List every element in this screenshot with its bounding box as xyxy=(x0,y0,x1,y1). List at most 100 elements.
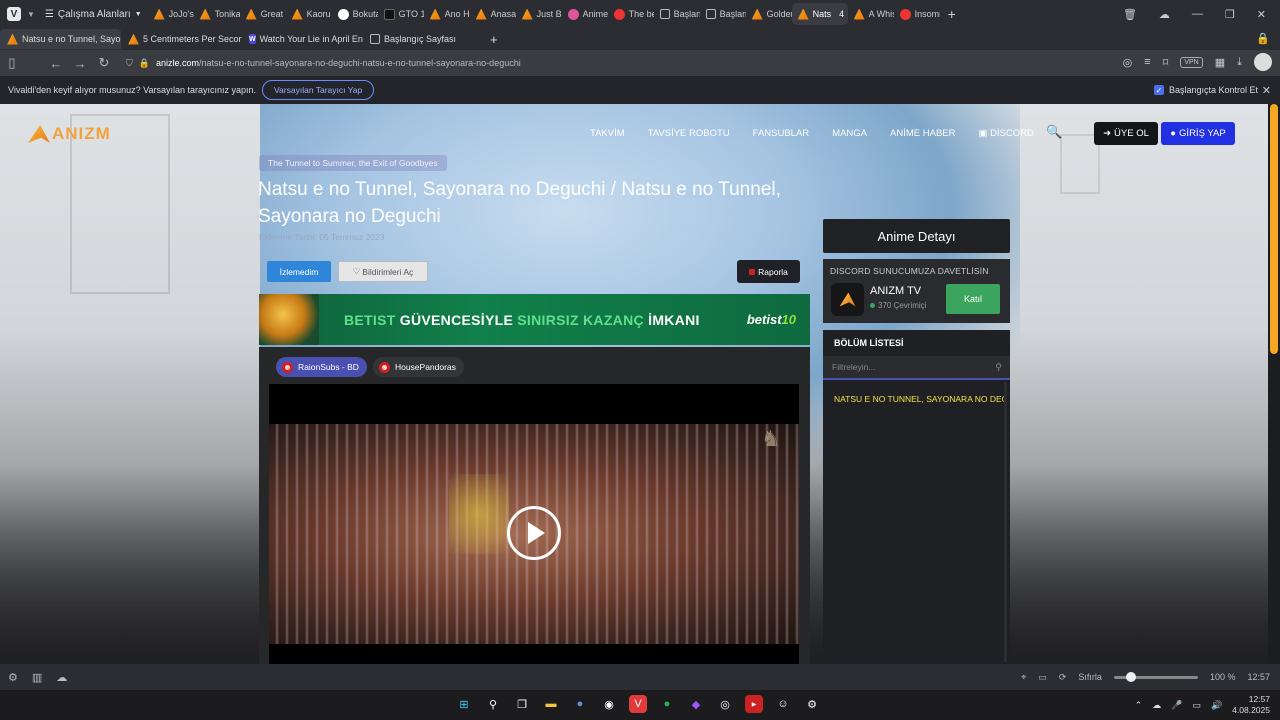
trash-icon[interactable]: 🗑 xyxy=(1123,8,1137,21)
new-tab-button[interactable]: + xyxy=(948,6,956,22)
report-button[interactable]: Raporla xyxy=(737,260,800,283)
reload-button[interactable]: ↻ xyxy=(92,55,116,71)
set-default-browser-button[interactable]: Varsayılan Tarayıcı Yap xyxy=(262,80,375,100)
browser-tab[interactable]: Bokutac xyxy=(332,3,378,25)
browser-tab[interactable]: Insomni xyxy=(894,3,940,25)
search-icon[interactable]: 🔍 xyxy=(1046,124,1062,140)
discord-join-button[interactable]: Katıl xyxy=(946,284,1000,314)
browser-tab[interactable]: Just Bec xyxy=(516,3,562,25)
close-notification-button[interactable]: ✕ xyxy=(1262,84,1271,97)
stacked-tab[interactable]: 5 Centimeters Per Second xyxy=(121,29,242,49)
browser-tab[interactable]: Nats 4 xyxy=(791,3,848,25)
steam-icon[interactable]: ◎ xyxy=(716,695,734,713)
zoom-slider-knob[interactable] xyxy=(1125,671,1136,682)
chevron-up-icon[interactable]: ⌃ xyxy=(1135,700,1143,711)
download-icon[interactable]: ⤓ xyxy=(1237,56,1242,69)
vivaldi-icon[interactable]: V xyxy=(629,695,647,713)
episode-item[interactable]: NATSU E NO TUNNEL, SAYONARA NO DEGUCHI xyxy=(823,384,1005,414)
browser-tab[interactable]: JoJo's Bi xyxy=(148,3,194,25)
volume-icon[interactable]: 🔊 xyxy=(1211,700,1222,711)
cloud-icon[interactable]: ☁ xyxy=(1152,700,1161,711)
file-explorer-icon[interactable]: ▬ xyxy=(542,695,560,713)
browser-tab[interactable]: Başlangı xyxy=(700,3,746,25)
browser-tab[interactable]: Anasayfa xyxy=(470,3,516,25)
nav-link[interactable]: TAVSİYE ROBOTU xyxy=(648,128,730,139)
fansub-option[interactable]: HousePandoras xyxy=(372,357,464,377)
zoom-slider[interactable] xyxy=(1113,671,1198,682)
stacked-tab[interactable]: Başlangıç Sayfası xyxy=(363,29,484,49)
browser-tab[interactable]: Ano Han xyxy=(424,3,470,25)
browser-tab[interactable]: AnimeW xyxy=(562,3,608,25)
app-icon[interactable]: ◆ xyxy=(687,695,705,713)
extensions-icon[interactable]: ▦ xyxy=(1215,56,1225,69)
display-icon[interactable]: ▭ xyxy=(1192,700,1201,711)
nav-link[interactable]: TAKVİM xyxy=(590,128,625,139)
video-player[interactable]: ♞ xyxy=(269,384,799,664)
play-button[interactable] xyxy=(507,506,561,560)
media-app-icon[interactable]: ▶ xyxy=(745,695,763,713)
vivaldi-menu-icon[interactable]: V xyxy=(7,7,21,21)
chrome-icon[interactable]: ◉ xyxy=(600,695,618,713)
discord-icon[interactable]: ● xyxy=(571,695,589,713)
stacked-tab[interactable]: Natsu e no Tunnel, Sayonar xyxy=(0,29,121,49)
settings-icon[interactable]: ⚙ xyxy=(8,671,18,684)
task-view-icon[interactable]: ❐ xyxy=(513,695,531,713)
browser-tab[interactable]: Kaoru Ha xyxy=(286,3,332,25)
search-icon[interactable]: ⚲ xyxy=(484,695,502,713)
browser-tab[interactable]: Great Te xyxy=(240,3,286,25)
maximize-button[interactable]: ❐ xyxy=(1225,8,1235,21)
zoom-reset-button[interactable]: Sıfırla xyxy=(1078,672,1102,682)
close-window-button[interactable]: ✕ xyxy=(1257,8,1266,21)
checkbox-checked-icon[interactable]: ✓ xyxy=(1153,85,1164,95)
browser-tab[interactable]: The best xyxy=(608,3,654,25)
app-icon[interactable]: ☺ xyxy=(774,695,792,713)
browser-tab[interactable]: A Whisk xyxy=(848,3,894,25)
login-button[interactable]: ● GİRİŞ YAP xyxy=(1161,122,1235,145)
profile-avatar[interactable] xyxy=(1254,53,1272,71)
fansub-option[interactable]: RaionSubs - BD xyxy=(276,357,367,377)
nav-link[interactable]: ANİME HABER xyxy=(890,128,955,139)
browser-tab[interactable]: Golden T xyxy=(746,3,792,25)
vpn-button[interactable]: VPN xyxy=(1180,56,1203,68)
anime-details-button[interactable]: Anime Detayı xyxy=(823,219,1010,253)
microphone-icon[interactable]: 🎤 xyxy=(1171,700,1182,711)
workspaces-button[interactable]: ☰ Çalışma Alanları ▼ xyxy=(45,9,142,20)
nav-link[interactable]: ▣ DİSCORD xyxy=(978,128,1033,139)
chevron-down-icon[interactable]: ▼ xyxy=(27,10,35,19)
shield-icon[interactable]: ⛉ xyxy=(126,58,133,69)
episode-list-scrollbar[interactable] xyxy=(1004,382,1007,662)
new-tab-in-stack-button[interactable]: + xyxy=(490,32,498,47)
notifications-button[interactable]: ♡ Bildirimleri Aç xyxy=(338,261,428,282)
taskbar-clock[interactable]: 12:57 4.08.2025 xyxy=(1232,694,1270,716)
watched-button[interactable]: İzlemedim xyxy=(267,261,331,282)
page-actions-icon[interactable]: ⟳ xyxy=(1059,672,1067,683)
signup-button[interactable]: ➜ ÜYE OL xyxy=(1094,122,1158,145)
site-logo[interactable]: ANIZM xyxy=(28,124,111,144)
broadcast-icon[interactable]: ◎ xyxy=(1123,56,1133,69)
browser-tab[interactable]: GTO 1.Se xyxy=(378,3,424,25)
ad-banner[interactable]: BETIST GÜVENCESİYLE SINIRSIZ KAZANÇ İMKA… xyxy=(259,294,810,345)
bookmark-icon[interactable]: ⌑ xyxy=(1163,56,1169,69)
tiling-icon[interactable]: ▥ xyxy=(32,671,42,684)
browser-tab[interactable]: Başlangı xyxy=(654,3,700,25)
startup-check-option[interactable]: ✓ Başlangıçta Kontrol Et xyxy=(1153,85,1258,95)
page-scrollbar-thumb[interactable] xyxy=(1270,104,1278,354)
spotify-icon[interactable]: ● xyxy=(658,695,676,713)
sync-cloud-icon[interactable]: ☁ xyxy=(1159,8,1170,21)
capture-icon[interactable]: ⌖ xyxy=(1021,672,1026,683)
back-button[interactable]: ← xyxy=(44,56,68,71)
panel-toggle-icon[interactable]: ▯ xyxy=(0,55,24,71)
cloud-icon[interactable]: ☁ xyxy=(56,671,67,684)
episode-filter-input[interactable]: Filtreleyin... ⚲ xyxy=(823,356,1010,380)
reader-icon[interactable]: ≡ xyxy=(1144,56,1150,68)
minimize-button[interactable]: — xyxy=(1192,8,1203,20)
lock-icon[interactable]: 🔒 xyxy=(139,58,150,69)
nav-link[interactable]: MANGA xyxy=(832,128,867,139)
windows-start-icon[interactable]: ⊞ xyxy=(455,695,473,713)
forward-button[interactable]: → xyxy=(68,56,92,71)
nav-link[interactable]: FANSUBLAR xyxy=(753,128,810,139)
tiling-toggle-icon[interactable]: ▭ xyxy=(1038,672,1047,683)
settings-app-icon[interactable]: ⚙ xyxy=(803,695,821,713)
stacked-tab[interactable]: W Watch Your Lie in April Eng xyxy=(242,29,363,49)
url-field[interactable]: ⛉ 🔒 anizle.com/natsu-e-no-tunnel-sayonar… xyxy=(126,58,521,69)
